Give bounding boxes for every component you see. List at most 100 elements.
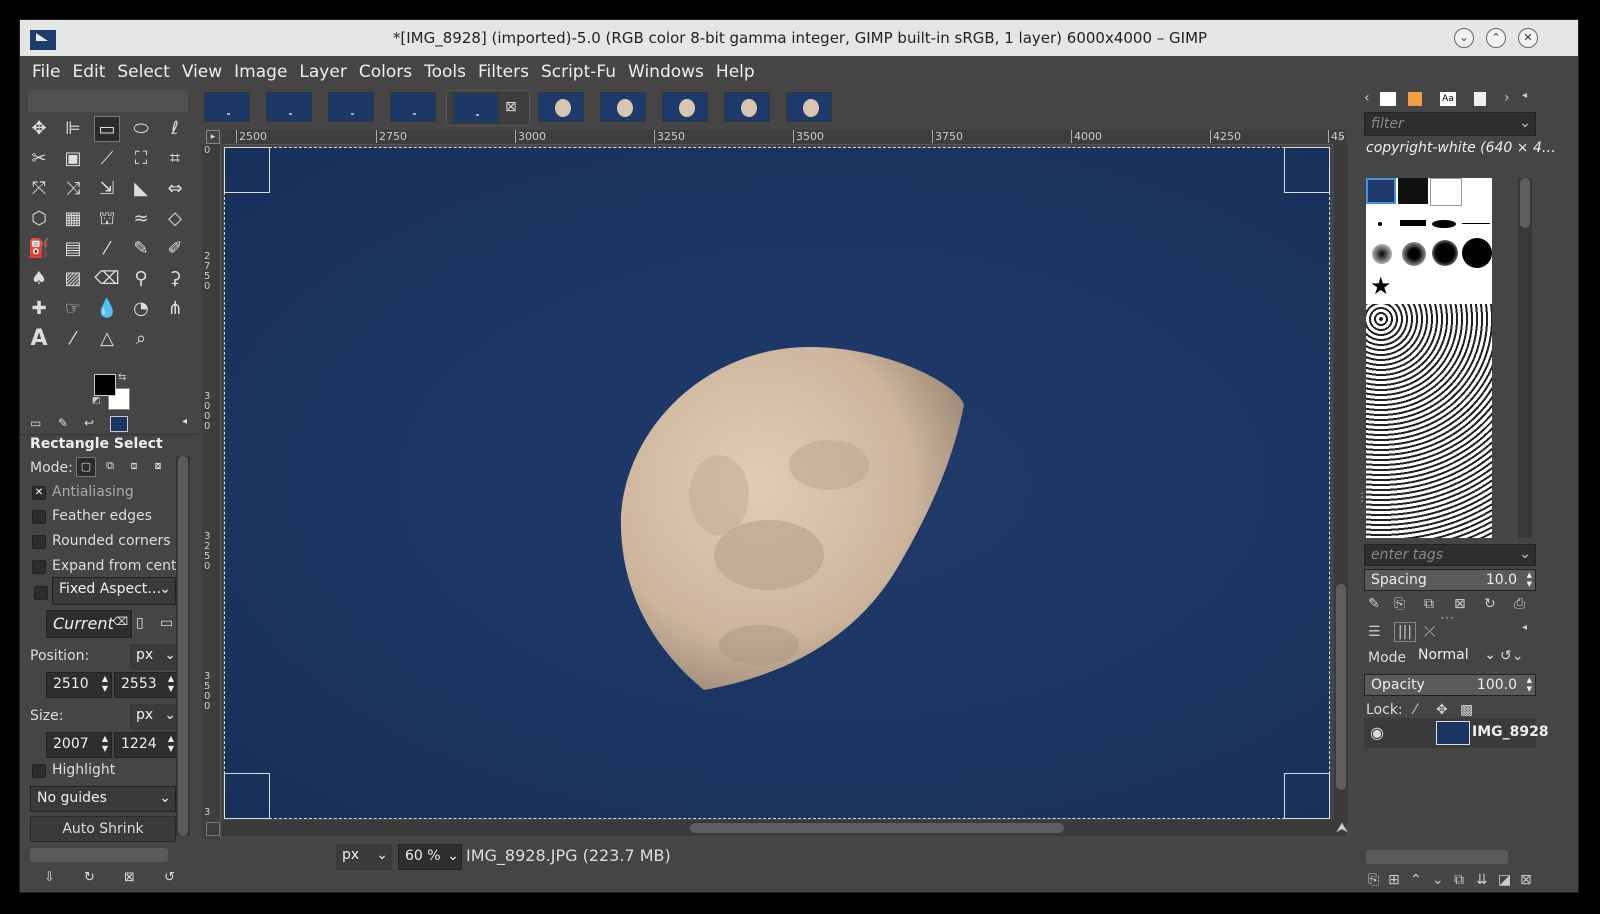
default-colors-icon[interactable]: ◩ [92, 396, 101, 406]
position-unit-dropdown[interactable]: px ⌄ [130, 644, 178, 670]
menu-help[interactable]: Help [710, 56, 761, 82]
device-status-tab-icon[interactable]: ✎ [58, 416, 68, 430]
menu-view[interactable]: View [176, 56, 228, 82]
mode-replace-icon[interactable]: ▢ [76, 457, 96, 477]
minimize-button[interactable]: ⌄ [1454, 28, 1474, 48]
menu-script-fu[interactable]: Script-Fu [535, 56, 622, 82]
smudge-tool-icon[interactable]: ☞ [60, 296, 86, 322]
heal-tool-icon[interactable]: ✚ [26, 296, 52, 322]
brush-thumbnail[interactable] [1402, 242, 1426, 266]
position-x-input[interactable]: 2510 ▲ ▼ [46, 672, 112, 698]
document-history-tab-icon[interactable] [1474, 92, 1486, 106]
image-tab[interactable] [390, 92, 436, 122]
configure-tab-icon[interactable]: ◂ [1522, 622, 1527, 633]
size-width-input[interactable]: 2007 ▲ ▼ [46, 732, 112, 758]
zoom-tool-icon[interactable]: ⌕ [128, 326, 154, 352]
raise-layer-icon[interactable]: ⌃ [1410, 872, 1422, 888]
menu-colors[interactable]: Colors [353, 56, 418, 82]
menu-layer[interactable]: Layer [293, 56, 352, 82]
scroll-thumb[interactable] [690, 823, 1064, 833]
feather-edges-checkbox[interactable] [32, 510, 46, 524]
eraser-icon[interactable]: ⌫ [94, 266, 120, 292]
layer-mask-icon[interactable]: ◪ [1498, 872, 1511, 888]
color-select-icon[interactable]: ⛶ [128, 146, 154, 172]
status-unit-dropdown[interactable]: px ⌄ [336, 844, 392, 870]
brush-thumbnail[interactable] [1462, 223, 1490, 224]
configure-tab-icon[interactable]: ◂ [182, 416, 187, 427]
zoom-dropdown[interactable]: 60 % ⌄ [398, 844, 462, 870]
image-tab[interactable] [328, 92, 374, 122]
canvas-horizontal-scrollbar[interactable] [222, 820, 1346, 836]
layers-hscroll[interactable] [1366, 850, 1508, 864]
layer-mode-reset-icon[interactable]: ↺⌄ [1500, 648, 1523, 664]
color-picker-icon[interactable]: ⁄ [60, 326, 86, 352]
restore-options-icon[interactable]: ↻ [84, 870, 95, 885]
tool-options-scrollbar[interactable] [176, 456, 190, 836]
configure-tab-icon[interactable]: ◂ [1522, 90, 1527, 101]
brush-thumbnail[interactable] [1432, 220, 1456, 228]
spin-icon[interactable]: ▲ ▼ [168, 674, 174, 694]
clear-icon[interactable]: ⌫ [112, 615, 128, 628]
mode-intersect-icon[interactable]: ⧇ [148, 457, 168, 477]
perspective-tool-icon[interactable]: ▦ [60, 206, 86, 232]
brush-thumbnail[interactable] [1378, 222, 1382, 226]
lock-alpha-icon[interactable]: ▩ [1460, 702, 1473, 718]
image-tab[interactable] [662, 92, 708, 122]
image-tab[interactable] [538, 92, 584, 122]
spin-icon[interactable]: ▲ ▼ [1527, 676, 1532, 694]
menu-file[interactable]: File [26, 56, 66, 82]
brushes-tab-icon[interactable] [1380, 92, 1396, 106]
image-tab[interactable] [786, 92, 832, 122]
patterns-tab-icon[interactable] [1408, 92, 1422, 106]
images-tab-icon[interactable] [110, 416, 128, 432]
layers-tab-icon[interactable]: ☰ [1368, 624, 1381, 640]
brush-thumbnail[interactable] [1430, 178, 1462, 206]
brush-thumbnail[interactable]: ★ [1370, 274, 1392, 298]
brush-filter-input[interactable]: filter ⌄ [1364, 112, 1536, 136]
mode-add-icon[interactable]: ⧉ [100, 457, 120, 477]
menu-windows[interactable]: Windows [622, 56, 710, 82]
auto-shrink-button[interactable]: Auto Shrink [30, 816, 176, 842]
handle-transform-icon[interactable]: ◇ [162, 206, 188, 232]
mypaint-brush-icon[interactable]: ▨ [60, 266, 86, 292]
airbrush-icon[interactable]: ✐ [162, 236, 188, 262]
spin-icon[interactable]: ▲ ▼ [102, 734, 108, 754]
fixed-aspect-checkbox[interactable] [34, 586, 48, 600]
refresh-brushes-icon[interactable]: ↻ [1484, 596, 1496, 612]
layer-row[interactable]: ◉ IMG_8928 [1364, 718, 1549, 748]
size-height-input[interactable]: 1224 ▲ ▼ [114, 732, 178, 758]
visibility-eye-icon[interactable]: ◉ [1370, 723, 1384, 742]
spin-icon[interactable]: ▲ ▼ [102, 674, 108, 694]
toolbox-hscroll[interactable] [30, 848, 168, 862]
new-layer-icon[interactable]: ⎘ [1368, 872, 1379, 888]
duplicate-brush-icon[interactable]: ⧉ [1424, 596, 1434, 612]
save-options-icon[interactable]: ⇩ [44, 870, 55, 885]
maximize-button[interactable]: ⌃ [1486, 28, 1506, 48]
scissors-tool-icon[interactable]: ✂ [26, 146, 52, 172]
chevron-right-icon[interactable]: › [1504, 90, 1510, 106]
merge-layer-icon[interactable]: ⇊ [1476, 872, 1488, 888]
channels-tab-icon[interactable]: ||| [1394, 622, 1416, 642]
text-tool-icon[interactable]: A [26, 326, 52, 352]
align-tool-icon[interactable]: ⊫ [60, 116, 86, 142]
delete-layer-icon[interactable]: ⊠ [1520, 872, 1532, 888]
image-tab[interactable] [266, 92, 312, 122]
measure-tool-icon[interactable]: △ [94, 326, 120, 352]
spacing-slider[interactable]: Spacing 10.0 ▲ ▼ [1364, 569, 1536, 591]
antialiasing-checkbox[interactable]: ✕ [32, 486, 46, 500]
brush-thumbnail[interactable] [1432, 240, 1458, 266]
menu-edit[interactable]: Edit [66, 56, 111, 82]
scroll-thumb[interactable] [1520, 178, 1530, 228]
paths-tab-icon[interactable]: ⤫ [1424, 624, 1435, 640]
move-tool-icon[interactable]: ✥ [26, 116, 52, 142]
image-tab[interactable] [600, 92, 646, 122]
zoom-fit-icon[interactable]: ⌕ [1338, 130, 1352, 144]
brush-scrollbar[interactable] [1518, 178, 1532, 538]
navigate-icon[interactable]: ⮝ [1336, 820, 1348, 836]
warp-tool-icon[interactable]: ≈ [128, 206, 154, 232]
3d-transform-icon[interactable]: ⬡ [26, 206, 52, 232]
fonts-tab-icon[interactable]: Aa [1440, 92, 1456, 106]
crop-tool-icon[interactable]: ⌗ [162, 146, 188, 172]
new-layer-group-icon[interactable]: ⊞ [1388, 872, 1400, 888]
scroll-thumb[interactable] [1336, 584, 1346, 790]
